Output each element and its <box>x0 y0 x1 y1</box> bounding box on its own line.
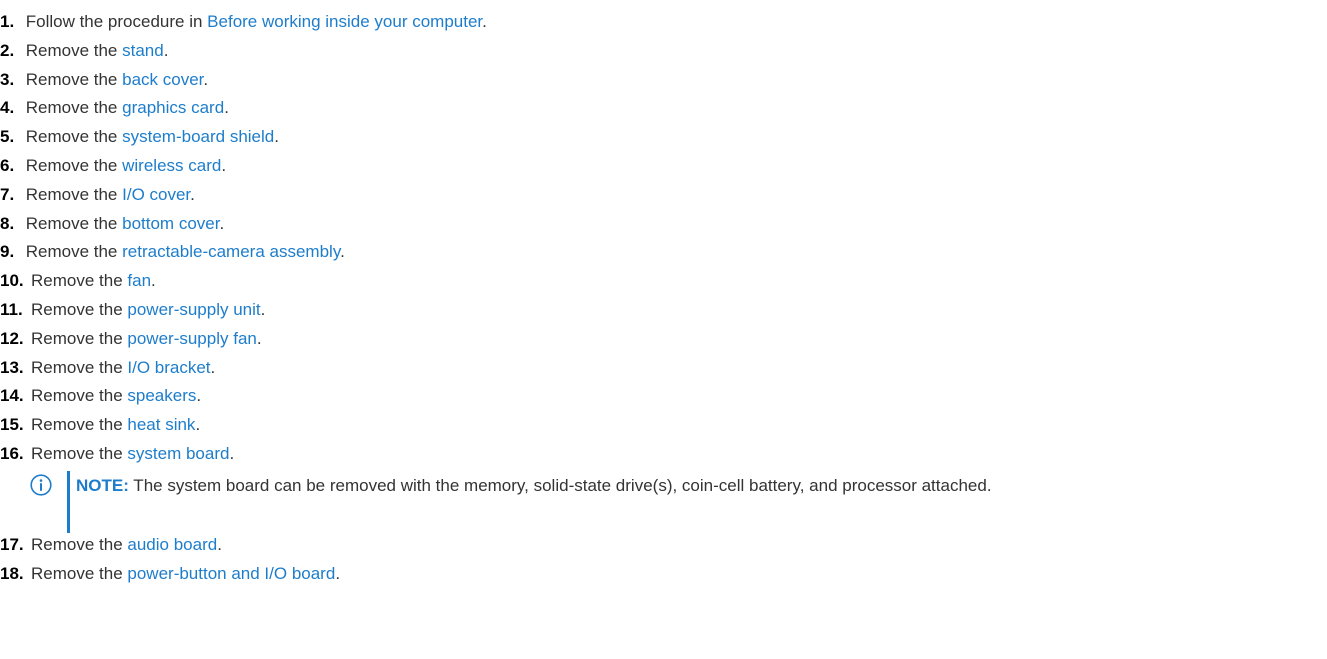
step-punct: . <box>256 328 262 348</box>
link-audio-board[interactable]: audio board <box>127 535 217 554</box>
step-number: 16. <box>0 443 24 463</box>
step-17: 17. Remove the audio board. <box>0 531 1327 560</box>
link-power-supply-unit[interactable]: power-supply unit <box>127 300 260 319</box>
step-punct: . <box>195 415 201 435</box>
step-number: 4. <box>0 98 15 118</box>
step-number: 11. <box>0 299 23 319</box>
link-system-board-shield[interactable]: system-board shield <box>122 127 274 146</box>
step-12: 12. Remove the power-supply fan. <box>0 325 1327 354</box>
step-number: 18. <box>0 563 24 583</box>
step-text: Remove the <box>31 443 128 463</box>
link-power-supply-fan[interactable]: power-supply fan <box>127 329 256 348</box>
step-15: 15. Remove the heat sink. <box>0 411 1327 440</box>
step-14: 14. Remove the speakers. <box>0 382 1327 411</box>
step-4: 4. Remove the graphics card. <box>0 94 1327 123</box>
link-back-cover[interactable]: back cover <box>122 70 203 89</box>
step-number: 6. <box>0 155 15 175</box>
note-accent-bar <box>67 470 70 533</box>
step-punct: . <box>163 40 169 60</box>
link-retractable-camera-assembly[interactable]: retractable-camera assembly <box>122 242 340 261</box>
step-number: 8. <box>0 213 15 233</box>
step-number: 5. <box>0 127 15 147</box>
step-number: 7. <box>0 184 15 204</box>
step-number: 2. <box>0 40 15 60</box>
step-punct: . <box>217 534 222 554</box>
step-text: Remove the <box>31 271 128 291</box>
step-punct: . <box>196 386 202 406</box>
link-wireless-card[interactable]: wireless card <box>122 156 221 175</box>
step-text: Remove the <box>31 415 128 435</box>
link-stand[interactable]: stand <box>122 41 164 60</box>
step-punct: . <box>224 98 229 118</box>
step-text: Remove the <box>31 386 128 406</box>
step-6: 6. Remove the wireless card. <box>0 152 1327 181</box>
step-7: 7. Remove the I/O cover. <box>0 181 1327 210</box>
step-punct: . <box>335 563 341 583</box>
step-punct: . <box>274 127 279 147</box>
step-text: Remove the <box>31 328 128 348</box>
link-system-board[interactable]: system board <box>127 444 229 463</box>
step-text: Remove the <box>31 563 128 583</box>
step-punct: . <box>210 357 216 377</box>
step-punct: . <box>260 299 266 319</box>
step-number: 1. <box>0 12 15 31</box>
step-8: 8. Remove the bottom cover. <box>0 210 1327 239</box>
link-fan[interactable]: fan <box>127 271 151 290</box>
link-bottom-cover[interactable]: bottom cover <box>122 214 219 233</box>
step-punct: . <box>219 213 225 233</box>
link-graphics-card[interactable]: graphics card <box>122 98 224 117</box>
step-punct: . <box>203 69 209 89</box>
step-text: Remove the <box>31 534 128 554</box>
step-5: 5. Remove the system-board shield. <box>0 123 1327 152</box>
step-number: 10. <box>0 271 24 291</box>
link-power-button-io-board[interactable]: power-button and I/O board <box>127 564 335 583</box>
step-11: 11. Remove the power-supply unit. <box>0 296 1327 325</box>
step-text: Remove the <box>31 299 128 319</box>
step-2: 2. Remove the stand. <box>0 37 1327 66</box>
link-before-working-inside[interactable]: Before working inside your computer <box>207 12 482 31</box>
link-heat-sink[interactable]: heat sink <box>127 415 195 434</box>
note-body: The system board can be removed with the… <box>128 475 992 495</box>
step-punct: . <box>482 12 487 31</box>
step-text: Remove the <box>25 69 123 89</box>
step-punct: . <box>151 271 156 291</box>
step-text: Remove the <box>25 242 123 262</box>
step-punct: . <box>221 155 227 175</box>
step-text: Remove the <box>25 213 123 233</box>
step-text: Remove the <box>25 184 123 204</box>
step-punct: . <box>190 184 195 204</box>
step-9: 9. Remove the retractable-camera assembl… <box>0 238 1327 267</box>
step-punct: . <box>340 242 345 262</box>
step-13: 13. Remove the I/O bracket. <box>0 354 1327 383</box>
step-punct: . <box>229 443 235 463</box>
step-number: 9. <box>0 242 15 262</box>
step-number: 17. <box>0 534 24 554</box>
link-speakers[interactable]: speakers <box>127 386 196 405</box>
step-text: Remove the <box>25 127 123 147</box>
procedure-steps: 1. Follow the procedure in Before workin… <box>0 8 1327 588</box>
step-number: 12. <box>0 328 24 348</box>
step-10: 10. Remove the fan. <box>0 267 1327 296</box>
step-18: 18. Remove the power-button and I/O board… <box>0 560 1327 589</box>
note-text: NOTE: The system board can be removed wi… <box>76 471 1327 501</box>
link-io-cover[interactable]: I/O cover <box>122 185 190 204</box>
note-callout: NOTE: The system board can be removed wi… <box>30 470 1327 533</box>
info-icon <box>30 474 52 496</box>
step-number: 15. <box>0 415 24 435</box>
step-text: Follow the procedure in <box>25 12 208 31</box>
step-text: Remove the <box>31 357 128 377</box>
step-number: 13. <box>0 357 24 377</box>
step-text: Remove the <box>25 40 123 60</box>
link-io-bracket[interactable]: I/O bracket <box>127 358 210 377</box>
step-text: Remove the <box>25 98 123 118</box>
step-number: 14. <box>0 386 24 406</box>
step-number: 3. <box>0 69 15 89</box>
step-16: 16. Remove the system board. <box>0 440 1327 469</box>
step-3: 3. Remove the back cover. <box>0 66 1327 95</box>
note-label: NOTE: <box>76 475 129 495</box>
step-1: 1. Follow the procedure in Before workin… <box>0 8 1327 37</box>
step-text: Remove the <box>25 155 123 175</box>
